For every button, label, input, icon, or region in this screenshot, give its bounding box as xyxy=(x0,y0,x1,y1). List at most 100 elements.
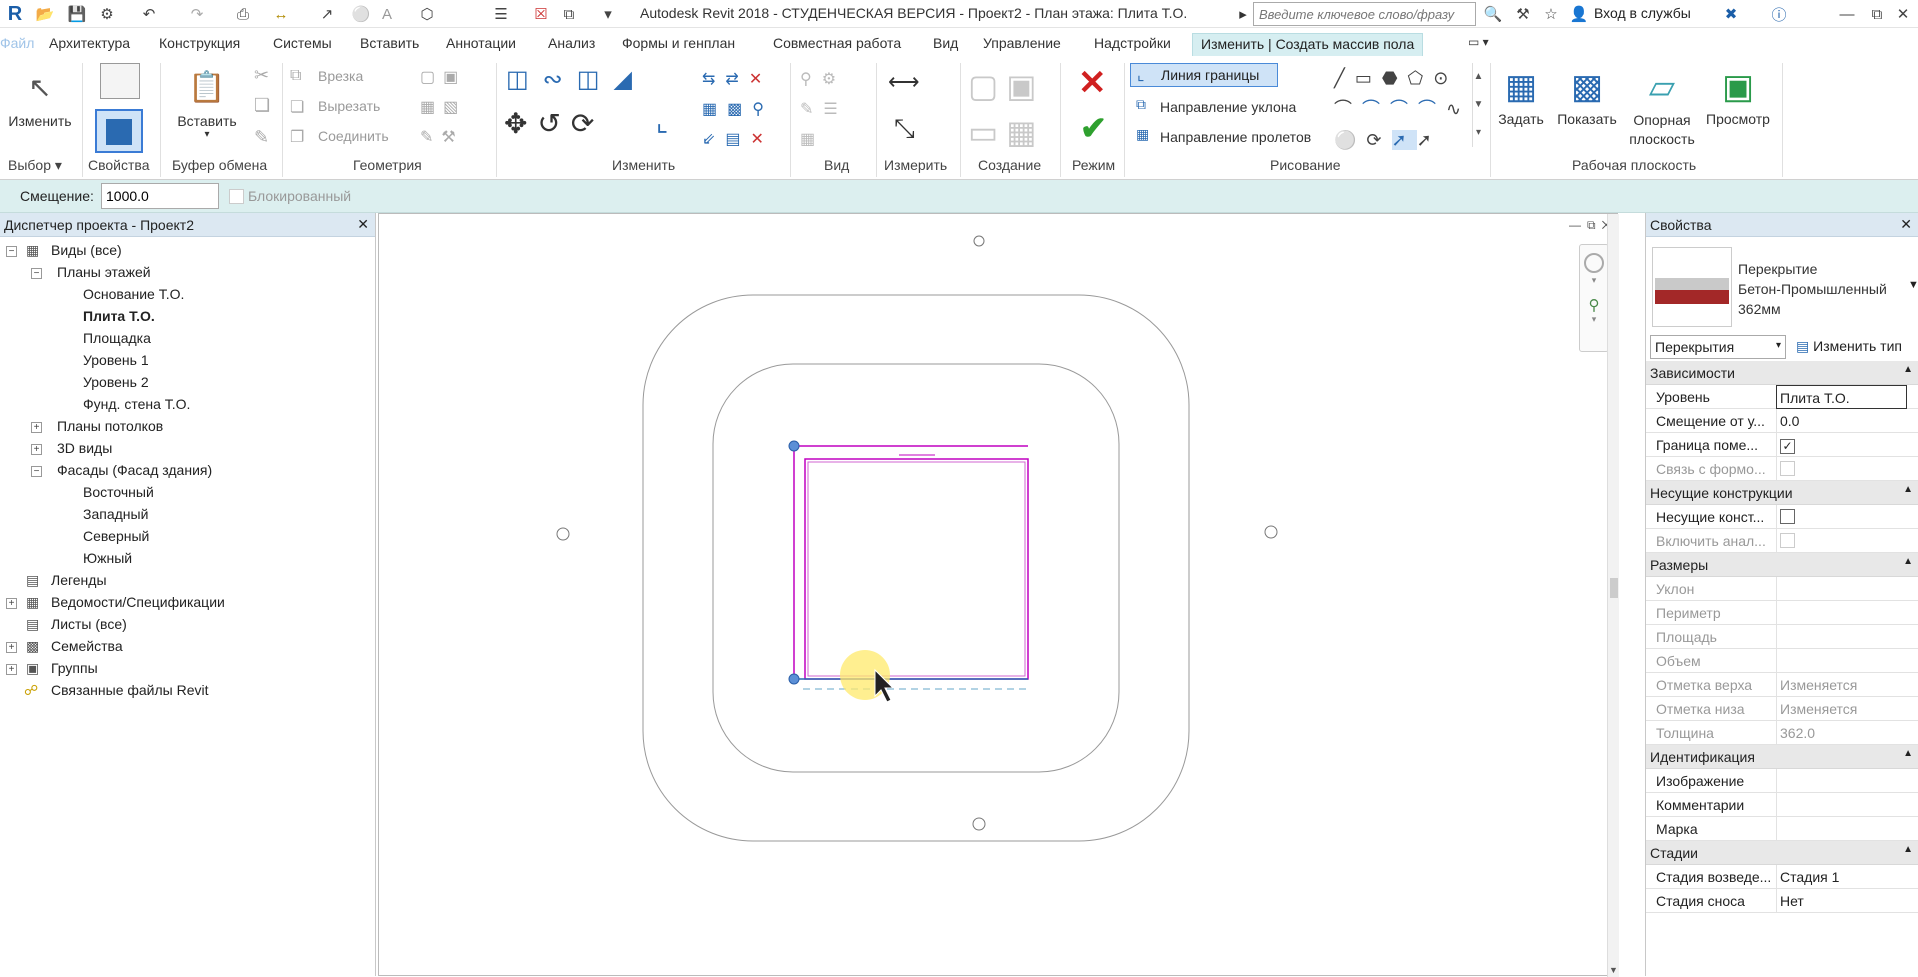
binoculars-icon[interactable]: 🔍 xyxy=(1482,4,1504,24)
scroll-down-icon[interactable]: ▼ xyxy=(1609,965,1618,975)
grip-point[interactable] xyxy=(788,440,800,452)
signin-button[interactable]: Вход в службы xyxy=(1594,5,1691,21)
slope-arrow-button[interactable]: Направление уклона xyxy=(1160,99,1296,115)
grip-point[interactable] xyxy=(788,673,800,685)
elevation-marker-west[interactable] xyxy=(556,527,570,541)
create-group-icon[interactable]: ▭▦ xyxy=(968,113,1044,151)
3d-view-icon[interactable]: ⬡ xyxy=(416,4,438,24)
group-constraints[interactable]: Зависимости ▲ xyxy=(1646,361,1918,385)
paint-icon[interactable]: ▦▧ xyxy=(420,97,466,117)
tab-architecture[interactable]: Архитектура xyxy=(49,35,130,51)
ribbon-minimize-icon[interactable]: ▭ ▾ xyxy=(1468,35,1489,49)
tab-annotate[interactable]: Аннотации xyxy=(446,35,516,51)
tree-item-schedules[interactable]: Ведомости/Спецификации xyxy=(51,594,225,610)
tree-item-sheets[interactable]: Листы (все) xyxy=(51,616,127,632)
group-dimensions[interactable]: Размеры ▲ xyxy=(1646,553,1918,577)
comments-field[interactable] xyxy=(1776,793,1907,817)
collapse-icon[interactable]: − xyxy=(6,246,17,257)
expand-icon[interactable]: + xyxy=(6,642,17,653)
help-icon[interactable]: ⓘ xyxy=(1768,4,1790,24)
tree-item-views-all[interactable]: Виды (все) xyxy=(51,242,122,258)
set-workplane-button[interactable]: ▦ Задать xyxy=(1494,63,1548,127)
create-part-icon[interactable]: ▢▣ xyxy=(968,67,1044,105)
edit-type-button[interactable]: ▤ Изменить тип xyxy=(1792,335,1916,359)
cut-icon[interactable]: ✂ xyxy=(254,65,269,86)
phase-created-field[interactable]: Стадия 1 xyxy=(1776,865,1907,889)
scrollbar-thumb[interactable] xyxy=(1610,578,1618,598)
cutout-button[interactable]: Вырезать xyxy=(318,98,380,114)
thin-lines-icon[interactable]: ☰ xyxy=(490,4,512,24)
offset-input[interactable] xyxy=(101,183,219,209)
close-icon[interactable]: ✕ xyxy=(1892,4,1914,24)
favorites-icon[interactable]: ☆ xyxy=(1540,4,1562,24)
join-button[interactable]: Соединить xyxy=(318,128,389,144)
tree-item-plan[interactable]: Основание Т.О. xyxy=(83,286,184,302)
finish-edit-mode-button[interactable]: ✔ xyxy=(1080,109,1107,147)
open-icon[interactable]: 📂 xyxy=(34,4,56,24)
tab-systems[interactable]: Системы xyxy=(273,35,332,51)
tree-item-elevation[interactable]: Восточный xyxy=(83,484,154,500)
type-properties-icon[interactable] xyxy=(100,63,140,99)
expand-icon[interactable]: + xyxy=(6,664,17,675)
steering-wheel-icon[interactable] xyxy=(1584,253,1604,273)
tag-icon[interactable]: ⚪ xyxy=(350,4,372,24)
tree-item-groups[interactable]: Группы xyxy=(51,660,98,676)
tab-analyze[interactable]: Анализ xyxy=(548,35,595,51)
join-icon[interactable]: ❐ xyxy=(290,127,304,147)
dimension-aligned-icon[interactable]: ⤡ xyxy=(894,113,915,145)
group-phasing[interactable]: Стадии ▲ xyxy=(1646,841,1918,865)
image-field[interactable] xyxy=(1776,769,1907,793)
span-direction-button[interactable]: Направление пролетов xyxy=(1160,129,1311,145)
tab-manage[interactable]: Управление xyxy=(983,35,1061,51)
customize-qat-icon[interactable]: ▾ xyxy=(600,4,616,24)
restore-icon[interactable]: ⧉ xyxy=(1866,4,1888,24)
search-input[interactable] xyxy=(1253,2,1476,26)
room-bounding-checkbox[interactable]: ✓ xyxy=(1780,439,1795,454)
tab-file[interactable]: Файл xyxy=(0,35,34,51)
subscription-icon[interactable]: ⚒ xyxy=(1512,4,1534,24)
redo-icon[interactable]: ↷ xyxy=(186,4,208,24)
minimize-icon[interactable]: — xyxy=(1836,4,1858,24)
mark-field[interactable] xyxy=(1776,817,1907,841)
offset-field[interactable]: 0.0 xyxy=(1776,409,1907,433)
geometry-tools-icon[interactable]: ▢▣ xyxy=(420,67,466,87)
properties-button[interactable] xyxy=(95,109,143,153)
viewer-button[interactable]: ▣ Просмотр xyxy=(1702,63,1774,127)
measure-distance-icon[interactable]: ⟷ xyxy=(888,69,920,95)
structural-checkbox[interactable] xyxy=(1780,509,1795,524)
cancel-edit-mode-button[interactable]: ✕ xyxy=(1078,63,1107,103)
sketch-rectangle[interactable] xyxy=(804,458,1029,680)
floor-plan-drawing[interactable] xyxy=(379,214,1619,977)
switch-windows-icon[interactable]: ⧉ xyxy=(558,4,580,24)
group-identity[interactable]: Идентификация ▲ xyxy=(1646,745,1918,769)
draw-shape-tools-icons[interactable]: ╱▭⬣⬠⊙ ⌒⌒⌒⌒∿ ⚪⟳➚➚ xyxy=(1334,63,1474,156)
tab-massing-site[interactable]: Формы и генплан xyxy=(622,35,735,51)
tree-item-plan[interactable]: Фунд. стена Т.О. xyxy=(83,396,190,412)
undo-icon[interactable]: ↶ xyxy=(138,4,160,24)
expand-icon[interactable]: + xyxy=(31,444,42,455)
tree-item-plan[interactable]: Площадка xyxy=(83,330,151,346)
tree-item-plan[interactable]: Уровень 1 xyxy=(83,352,149,368)
tree-item-elevation[interactable]: Западный xyxy=(83,506,148,522)
move-copy-rotate-icons[interactable]: ✥↺⟳ xyxy=(504,107,604,140)
zoom-icon[interactable]: ⚲ xyxy=(1586,296,1602,314)
expand-icon[interactable]: + xyxy=(6,598,17,609)
view-tools-icons[interactable]: ⚲⚙ ✎☰ ▦ xyxy=(800,65,870,155)
match-properties-icon[interactable]: ✎ xyxy=(254,127,269,148)
level-field[interactable]: Плита Т.О. xyxy=(1776,385,1907,409)
locked-checkbox[interactable] xyxy=(229,189,244,204)
measure-icon[interactable]: ↔ xyxy=(270,4,292,24)
tab-collaborate[interactable]: Совместная работа xyxy=(773,35,901,51)
tree-item-elevation[interactable]: Северный xyxy=(83,528,149,544)
nav-dropdown-icon[interactable]: ▾ xyxy=(1580,314,1608,325)
user-icon[interactable]: 👤 xyxy=(1568,4,1590,24)
show-workplane-button[interactable]: ▩ Показать xyxy=(1552,63,1622,127)
sync-icon[interactable]: ⚙ xyxy=(96,4,118,24)
align-offset-mirror-icons[interactable]: ◫∾◫◢ xyxy=(506,65,646,94)
wall-joins-icon[interactable]: ✎⚒ xyxy=(420,127,464,147)
nav-dropdown-icon[interactable]: ▾ xyxy=(1580,275,1608,286)
boundary-line-button[interactable]: ⌞ Линия границы xyxy=(1130,63,1278,87)
tree-item-families[interactable]: Семейства xyxy=(51,638,123,654)
close-icon[interactable]: ✕ xyxy=(357,216,369,233)
modify-small-tools-icons[interactable]: ⇆⇄✕ ▦▩⚲ ⇙▤✕ xyxy=(702,65,792,155)
